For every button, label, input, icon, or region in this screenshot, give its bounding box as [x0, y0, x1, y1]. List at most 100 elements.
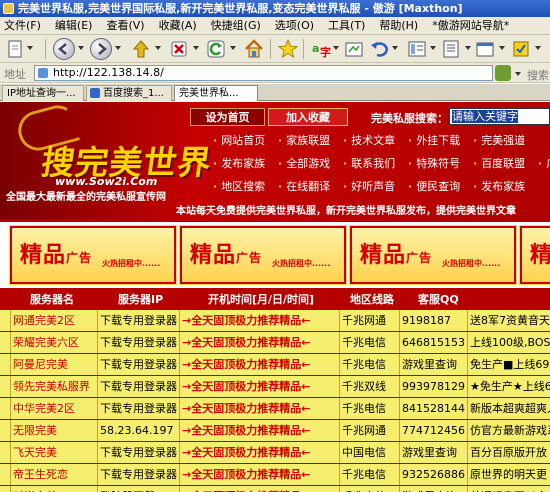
nav-link[interactable]: 地区搜索 — [213, 177, 265, 197]
nav-link[interactable]: 网站首页 — [213, 131, 265, 151]
nav-link[interactable]: 完美强道 — [473, 131, 525, 151]
tools-dropdown-icon[interactable] — [465, 46, 471, 50]
nav-link[interactable]: 全部游戏 — [278, 154, 330, 174]
nav-link[interactable]: 联系我们 — [343, 154, 395, 174]
server-name-link[interactable]: 阿曼尼完美 — [10, 354, 98, 375]
nav-link[interactable]: 广告 — [538, 154, 550, 174]
nav-link[interactable]: 家族联盟 — [278, 131, 330, 151]
search-label[interactable]: 搜索 — [527, 67, 549, 83]
ad-banner[interactable]: 精品广告 火热招租中...... — [349, 225, 517, 285]
server-ip[interactable]: 下载专用登录器 — [98, 332, 180, 353]
translate-dropdown-icon[interactable] — [333, 46, 339, 50]
server-ip[interactable]: 下载专用登录器 — [98, 464, 180, 485]
menu-tools[interactable]: 工具(T) — [321, 17, 372, 35]
new-page-dropdown-icon[interactable] — [27, 46, 33, 50]
column-header: 客服QQ — [418, 293, 459, 306]
table-row: 时尚完美登陆器下载→全天固顶极力推荐精品←千兆电信游戏里查询普通玩家可以合 — [0, 486, 550, 492]
server-name-link[interactable]: 飞天完美 — [10, 442, 98, 463]
address-input[interactable]: http://122.138.14.8/ — [34, 65, 493, 81]
tab-bar: IP地址查询一... 百度搜索_1... 完美世界私... — [0, 84, 550, 101]
back-dropdown-icon[interactable] — [78, 46, 84, 50]
svg-text:字: 字 — [320, 45, 331, 59]
server-name-link[interactable]: 网通完美2区 — [10, 310, 98, 331]
add-favorite-button[interactable]: 加入收藏 — [268, 108, 348, 126]
new-page-icon[interactable] — [4, 38, 26, 60]
ad-banner[interactable]: 精品广告 火热招租中...... — [9, 225, 177, 285]
ad-banner[interactable]: 精品广告 火热招租中...... — [179, 225, 347, 285]
server-ip[interactable]: 58.23.64.197 — [98, 420, 180, 441]
screenshot-icon[interactable] — [343, 38, 365, 60]
refresh-dropdown-icon[interactable] — [230, 46, 236, 50]
stop-dropdown-icon[interactable] — [193, 46, 199, 50]
server-ip[interactable]: 下载专用登录器 — [98, 442, 180, 463]
undo-icon[interactable] — [368, 38, 390, 60]
region-line: 千兆网通 — [340, 310, 400, 331]
view-icon[interactable] — [406, 38, 428, 60]
server-name-link[interactable]: 帝王生死恋 — [10, 464, 98, 485]
menu-help[interactable]: 帮助(H) — [372, 17, 425, 35]
translate-icon[interactable]: a字 — [310, 38, 332, 60]
tab-ip-lookup[interactable]: IP地址查询一... — [2, 85, 84, 101]
back-icon[interactable] — [53, 38, 75, 60]
tab-active[interactable]: 完美世界私... — [174, 85, 258, 101]
window-list-icon[interactable] — [474, 38, 496, 60]
nav-link[interactable]: 在线翻译 — [278, 177, 330, 197]
tools-icon[interactable] — [440, 38, 462, 60]
stop-icon[interactable] — [168, 38, 190, 60]
server-ip[interactable]: 下载专用登录器 — [98, 376, 180, 397]
menu-groups[interactable]: 快捷组(G) — [204, 17, 268, 35]
region-line: 中国电信 — [340, 442, 400, 463]
tab-baidu[interactable]: 百度搜索_1... — [86, 85, 172, 101]
site-search-input[interactable]: 请输入关键字 — [449, 108, 550, 125]
server-ip[interactable]: 下载专用登录器 — [98, 354, 180, 375]
nav-link[interactable]: 特殊符号 — [408, 154, 460, 174]
nav-link[interactable]: 便民查询 — [408, 177, 460, 197]
server-name-link[interactable]: 中华完美2区 — [10, 398, 98, 419]
open-time: →全天固顶极力推荐精品← — [180, 486, 340, 492]
toolbar-overflow-icon[interactable] — [535, 46, 541, 50]
menu-options[interactable]: 选项(O) — [268, 17, 321, 35]
service-qq: 993978129 — [400, 376, 468, 397]
window-list-dropdown-icon[interactable] — [499, 46, 505, 50]
ad-main-text: 精 — [530, 242, 550, 268]
menu-edit[interactable]: 编辑(E) — [48, 17, 100, 35]
menu-site-nav[interactable]: *傲游网站导航* — [425, 17, 516, 35]
up-icon[interactable] — [130, 38, 152, 60]
go-icon[interactable] — [495, 65, 511, 81]
refresh-icon[interactable] — [205, 38, 227, 60]
favorites-star-icon[interactable] — [277, 38, 299, 60]
server-ip[interactable]: 下载专用登录器 — [98, 398, 180, 419]
server-name-link[interactable]: 荣耀完美六区 — [10, 332, 98, 353]
menu-view[interactable]: 查看(V) — [99, 17, 151, 35]
nav-link[interactable]: 好听声音 — [343, 177, 395, 197]
open-time: →全天固顶极力推荐精品← — [180, 420, 340, 441]
region-line: 千兆电信 — [340, 332, 400, 353]
server-ip[interactable]: 下载专用登录器 — [98, 310, 180, 331]
undo-dropdown-icon[interactable] — [392, 46, 398, 50]
address-dropdown-icon[interactable] — [515, 72, 521, 76]
forward-icon[interactable] — [90, 38, 112, 60]
server-ip[interactable]: 登陆器下载 — [98, 486, 180, 492]
menu-favorites[interactable]: 收藏(A) — [152, 17, 204, 35]
page-icon — [38, 68, 48, 78]
server-name-link[interactable]: 领先完美私服界 — [10, 376, 98, 397]
set-home-button[interactable]: 设为首页 — [190, 108, 265, 126]
ad-strip: 精品广告 火热招租中...... 精品广告 火热招租中...... 精品广告 火… — [0, 222, 550, 288]
up-dropdown-icon[interactable] — [155, 46, 161, 50]
menu-file[interactable]: 文件(F) — [0, 17, 48, 35]
forward-dropdown-icon[interactable] — [115, 46, 121, 50]
service-qq: 游戏里查询 — [400, 442, 468, 463]
server-name-link[interactable]: 时尚完美 — [10, 486, 98, 492]
nav-link[interactable]: 技术文章 — [343, 131, 395, 151]
address-bar: 地址 http://122.138.14.8/ 搜索 — [0, 63, 550, 83]
ad-banner[interactable]: 精 — [519, 225, 550, 285]
nav-link[interactable]: 外挂下载 — [408, 131, 460, 151]
server-name-link[interactable]: 无限完美 — [10, 420, 98, 441]
options-icon[interactable] — [510, 38, 532, 60]
nav-link[interactable]: 百度联盟 — [473, 154, 525, 174]
nav-link[interactable]: 发布家族 — [473, 177, 525, 197]
view-dropdown-icon[interactable] — [430, 46, 436, 50]
nav-link[interactable]: 发布家族 — [213, 154, 265, 174]
home-icon[interactable] — [243, 38, 265, 60]
ad-main-text: 精品广告 — [360, 242, 433, 268]
